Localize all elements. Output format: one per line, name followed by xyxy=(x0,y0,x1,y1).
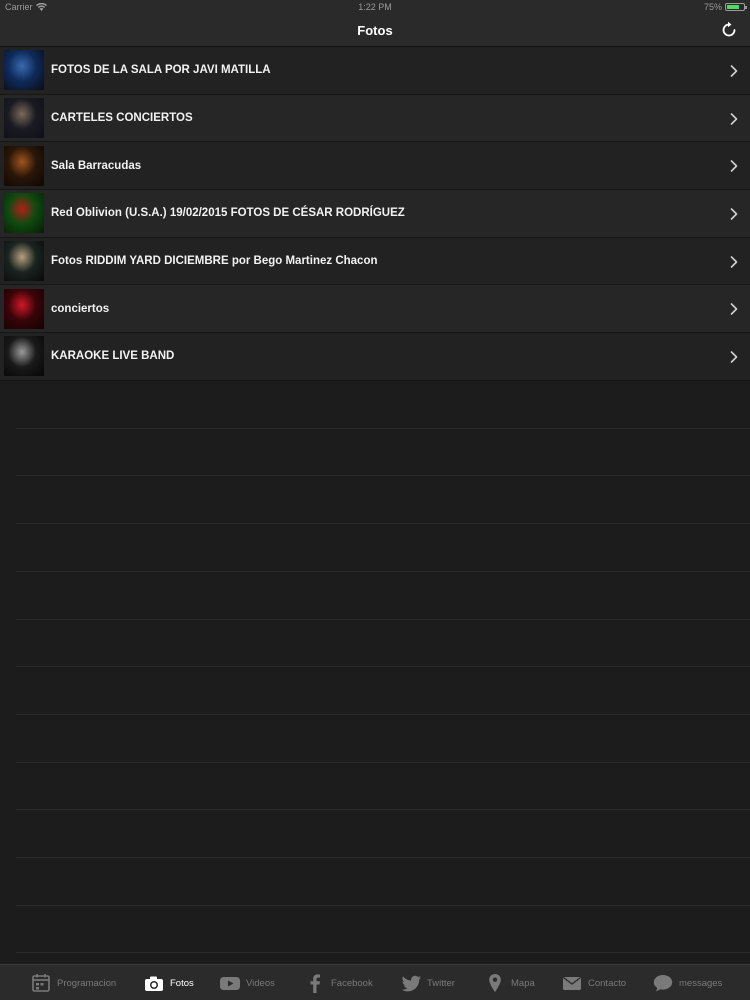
twitter-icon xyxy=(401,975,421,992)
chevron-right-icon xyxy=(730,112,738,125)
album-row[interactable]: Fotos RIDDIM YARD DICIEMBRE por Bego Mar… xyxy=(0,237,750,286)
youtube-icon xyxy=(220,977,240,990)
empty-row-separator xyxy=(16,570,750,572)
empty-row-separator xyxy=(16,809,750,811)
album-row[interactable]: Sala Barracudas xyxy=(0,142,750,191)
tab-facebook[interactable]: Facebook xyxy=(304,965,373,1000)
tab-bar: Programacion Fotos Videos Facebook Twitter Ma… xyxy=(0,964,750,1000)
tab-label: Contacto xyxy=(588,977,627,989)
tab-contacto[interactable]: Contacto xyxy=(561,965,626,1000)
album-thumbnail xyxy=(4,145,44,186)
tab-programacion[interactable]: Programacion xyxy=(30,965,116,1000)
empty-row-separator xyxy=(16,666,750,668)
chevron-right-icon xyxy=(730,255,738,268)
tab-label: Facebook xyxy=(331,977,373,989)
refresh-button[interactable] xyxy=(720,21,738,39)
tab-label: Videos xyxy=(246,977,275,989)
album-row[interactable]: FOTOS DE LA SALA POR JAVI MATILLA xyxy=(0,47,750,95)
calendar-icon xyxy=(32,974,50,992)
album-title: Fotos RIDDIM YARD DICIEMBRE por Bego Mar… xyxy=(51,255,378,268)
page-title: Fotos xyxy=(357,23,393,38)
album-thumbnail xyxy=(4,98,44,139)
chevron-right-icon xyxy=(730,208,738,220)
tab-label: Mapa xyxy=(511,977,535,989)
tab-mapa[interactable]: Mapa xyxy=(484,965,535,1000)
album-thumbnail xyxy=(4,288,44,329)
empty-row-separator xyxy=(16,904,750,906)
album-list: FOTOS DE LA SALA POR JAVI MATILLA CARTELE… xyxy=(0,47,750,381)
chat-bubble-icon xyxy=(653,975,673,992)
tab-label: Programacion xyxy=(57,977,117,989)
map-pin-icon xyxy=(489,974,501,992)
navigation-bar: Fotos xyxy=(0,14,750,47)
album-row[interactable]: Red Oblivion (U.S.A.) 19/02/2015 FOTOS D… xyxy=(0,190,750,238)
empty-row-separator xyxy=(16,952,750,954)
tab-label: messages xyxy=(679,977,723,989)
album-thumbnail xyxy=(4,241,44,282)
album-thumbnail xyxy=(4,336,44,377)
chevron-right-icon xyxy=(730,65,738,77)
album-title: conciertos xyxy=(51,302,110,315)
chevron-right-icon xyxy=(730,303,738,316)
battery-fill xyxy=(727,5,739,9)
empty-row-separator xyxy=(16,523,750,525)
empty-row-separator xyxy=(16,713,750,715)
album-title: KARAOKE LIVE BAND xyxy=(51,350,175,363)
empty-row-separator xyxy=(16,618,750,620)
chevron-right-icon xyxy=(730,351,738,363)
tab-twitter[interactable]: Twitter xyxy=(400,965,455,1000)
album-title: FOTOS DE LA SALA POR JAVI MATILLA xyxy=(51,64,271,77)
album-title: Sala Barracudas xyxy=(51,159,142,172)
empty-row-separator xyxy=(16,475,750,477)
tab-label: Fotos xyxy=(170,977,194,989)
album-thumbnail xyxy=(4,193,44,234)
tab-label: Twitter xyxy=(427,977,455,989)
facebook-icon xyxy=(310,974,320,993)
empty-table-area xyxy=(0,380,750,964)
battery-icon xyxy=(725,3,747,11)
album-title: CARTELES CONCIERTOS xyxy=(51,112,193,125)
status-time: 1:22 PM xyxy=(358,2,392,12)
empty-row-separator xyxy=(16,427,750,429)
status-bar: Carrier 1:22 PM 75% xyxy=(0,0,750,14)
album-row[interactable]: KARAOKE LIVE BAND xyxy=(0,333,750,381)
battery-status: 75% xyxy=(703,2,747,12)
chevron-right-icon xyxy=(730,160,738,173)
album-thumbnail xyxy=(4,50,44,91)
album-row[interactable]: conciertos xyxy=(0,285,750,334)
tab-messages[interactable]: messages xyxy=(652,965,722,1000)
camera-icon xyxy=(145,976,163,991)
empty-row-separator xyxy=(16,761,750,763)
album-row[interactable]: CARTELES CONCIERTOS xyxy=(0,94,750,143)
battery-percent: 75% xyxy=(703,2,722,12)
envelope-icon xyxy=(563,976,581,990)
album-title: Red Oblivion (U.S.A.) 19/02/2015 FOTOS D… xyxy=(51,207,405,220)
tab-fotos[interactable]: Fotos xyxy=(143,965,194,1000)
empty-row-separator xyxy=(16,857,750,858)
tab-videos[interactable]: Videos xyxy=(219,965,275,1000)
